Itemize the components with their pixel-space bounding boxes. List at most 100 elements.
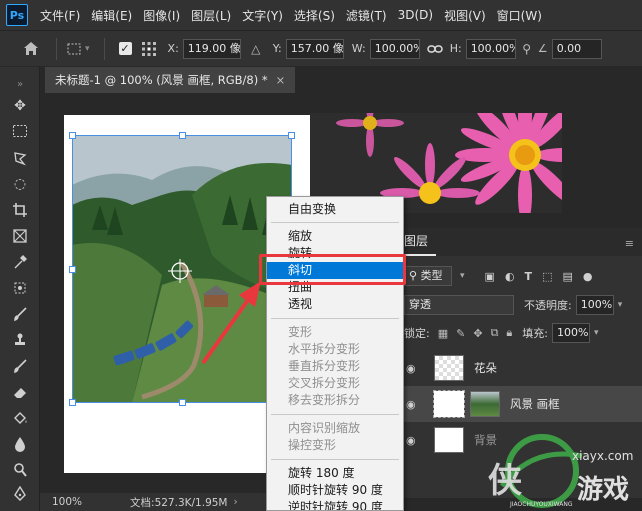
zoom-level[interactable]: 100% [52, 496, 82, 508]
lock-label: 锁定: [404, 327, 430, 340]
annotation-arrow-icon [201, 281, 261, 365]
w-label: W: [351, 42, 366, 55]
menu-item-free-transform[interactable]: 自由变换 [267, 201, 403, 218]
frame-tool-icon[interactable] [11, 227, 29, 245]
lock-transparent-icon[interactable]: ▦ [438, 327, 448, 340]
width-field[interactable]: 100.00% [369, 38, 420, 59]
menu-item-rotate-180[interactable]: 旋转 180 度 [267, 465, 403, 482]
panel-menu-icon[interactable]: ≡ [625, 237, 634, 250]
menu-item-remove-warp-split: 移去变形拆分 [288, 393, 361, 407]
menu-item-scale[interactable]: 缩放 [267, 228, 403, 245]
layer-thumbnail [434, 427, 464, 453]
menu-bar: Ps 文件(F) 编辑(E) 图像(I) 图层(L) 文字(Y) 选择(S) 滤… [0, 0, 642, 30]
eyedropper-tool-icon[interactable] [11, 253, 29, 271]
transform-handle-top[interactable] [179, 132, 186, 139]
document-tab[interactable]: 未标题-1 @ 100% (风景 画框, RGB/8) * × [45, 67, 296, 93]
pen-tool-icon[interactable] [11, 485, 29, 503]
expand-icon[interactable]: » [11, 75, 29, 93]
menu-type[interactable]: 文字(Y) [242, 7, 283, 24]
eye-icon[interactable]: ◉ [406, 362, 426, 375]
menu-layer[interactable]: 图层(L) [191, 7, 231, 24]
reference-point-checkbox[interactable]: ✓ [118, 42, 132, 55]
close-icon[interactable]: × [276, 73, 286, 87]
clone-stamp-tool-icon[interactable] [11, 331, 29, 349]
paint-bucket-tool-icon[interactable] [11, 409, 29, 427]
height-field[interactable]: 100.00% [465, 38, 516, 59]
history-brush-tool-icon[interactable] [11, 357, 29, 375]
layer-row-landscape-frame[interactable]: ◉ 风景 画框 [404, 386, 642, 422]
menu-file[interactable]: 文件(F) [40, 7, 80, 24]
lock-image-icon[interactable]: ✎ [456, 327, 465, 340]
menu-edit[interactable]: 编辑(E) [91, 7, 132, 24]
filter-toggle-icon[interactable]: ● [583, 270, 593, 283]
menu-item-perspective[interactable]: 透视 [267, 296, 403, 313]
chevron-down-icon[interactable]: ▾ [594, 328, 599, 338]
lock-position-icon[interactable]: ✥ [473, 327, 482, 340]
chevron-right-icon[interactable]: › [234, 496, 238, 508]
search-icon[interactable]: ⚲ [518, 38, 536, 60]
menu-filter[interactable]: 滤镜(T) [346, 7, 387, 24]
chevron-down-icon[interactable]: ▾ [618, 300, 623, 310]
menu-item-puppet-warp: 操控变形 [288, 438, 337, 452]
adjustment-filter-icon[interactable]: ◐ [505, 270, 515, 283]
menu-view[interactable]: 视图(V) [444, 7, 486, 24]
search-icon: ⚲ [409, 269, 421, 282]
y-label: Y: [272, 42, 282, 55]
menu-item-rotate-90-cw[interactable]: 顺时针旋转 90 度 [267, 482, 403, 499]
filter-kind-select[interactable]: ⚲ 类型 [404, 266, 452, 286]
image-filter-icon[interactable]: ▣ [485, 270, 495, 283]
transform-handle-top-right[interactable] [288, 132, 295, 139]
menu-select[interactable]: 选择(S) [294, 7, 335, 24]
blend-row: 穿透 不透明度: 100% ▾ [404, 294, 642, 316]
menu-item-split-warp-crosswise: 交叉拆分变形 [288, 376, 361, 390]
eye-icon[interactable]: ◉ [406, 434, 426, 447]
move-tool-icon[interactable]: ✥ [11, 97, 29, 115]
healing-brush-tool-icon[interactable] [11, 279, 29, 297]
transform-tool-icon[interactable] [63, 38, 85, 60]
angle-field[interactable]: 0.00 [551, 38, 602, 59]
lock-artboard-icon[interactable]: ⧉ [491, 326, 499, 340]
tab-layers[interactable]: 图层 [404, 232, 437, 256]
h-label: H: [449, 42, 462, 55]
layer-row-flowers[interactable]: ◉ 花朵 [404, 350, 642, 386]
eye-icon[interactable]: ◉ [406, 398, 426, 411]
menu-3d[interactable]: 3D(D) [398, 8, 433, 22]
shape-filter-icon[interactable]: ⬚ [542, 270, 552, 283]
home-icon[interactable] [20, 38, 42, 60]
lock-all-icon[interactable]: 🔒︎ [506, 326, 512, 340]
x-field[interactable]: 119.00 像 [182, 38, 241, 59]
lock-row: 锁定: ▦ ✎ ✥ ⧉ 🔒︎ 填充: 100% ▾ [404, 322, 642, 344]
opacity-field[interactable]: 100% [575, 295, 614, 315]
frame-thumbnail [433, 390, 465, 418]
marquee-tool-icon[interactable] [11, 122, 29, 140]
filter-row: ⚲ 类型 ▾ ▣ ◐ T ⬚ ▤ ● [404, 264, 642, 288]
fill-field[interactable]: 100% [552, 323, 590, 343]
link-icon[interactable] [424, 38, 446, 60]
menu-window[interactable]: 窗口(W) [497, 7, 542, 24]
document-tab-title: 未标题-1 @ 100% (风景 画框, RGB/8) * [55, 73, 268, 87]
transform-handle-bottom[interactable] [179, 399, 186, 406]
blur-tool-icon[interactable] [11, 435, 29, 453]
type-filter-icon[interactable]: T [525, 270, 533, 283]
tools-panel: » ✥ ◌ [0, 67, 40, 511]
transform-handle-bottom-left[interactable] [69, 399, 76, 406]
eraser-tool-icon[interactable] [11, 383, 29, 401]
transform-handle-top-left[interactable] [69, 132, 76, 139]
reference-point-grid-icon[interactable] [138, 38, 160, 60]
crop-tool-icon[interactable] [11, 201, 29, 219]
menu-item-rotate-90-ccw[interactable]: 逆时针旋转 90 度 [267, 499, 403, 510]
dodge-tool-icon[interactable] [11, 461, 29, 479]
delta-icon[interactable]: △ [247, 38, 265, 60]
transform-handle-left[interactable] [69, 266, 76, 273]
y-field[interactable]: 157.00 像 [285, 38, 344, 59]
smart-object-filter-icon[interactable]: ▤ [562, 270, 572, 283]
chevron-down-icon[interactable]: ▾ [85, 44, 90, 54]
menu-image[interactable]: 图像(I) [143, 7, 180, 24]
menu-item-warp: 变形 [288, 325, 313, 339]
brush-tool-icon[interactable] [11, 305, 29, 323]
blend-mode-select[interactable]: 穿透 [404, 295, 514, 315]
lasso-tool-icon[interactable] [11, 149, 29, 167]
chevron-down-icon[interactable]: ▾ [460, 271, 465, 281]
angle-icon: ∠ [537, 42, 548, 55]
quick-select-tool-icon[interactable]: ◌ [11, 175, 29, 193]
